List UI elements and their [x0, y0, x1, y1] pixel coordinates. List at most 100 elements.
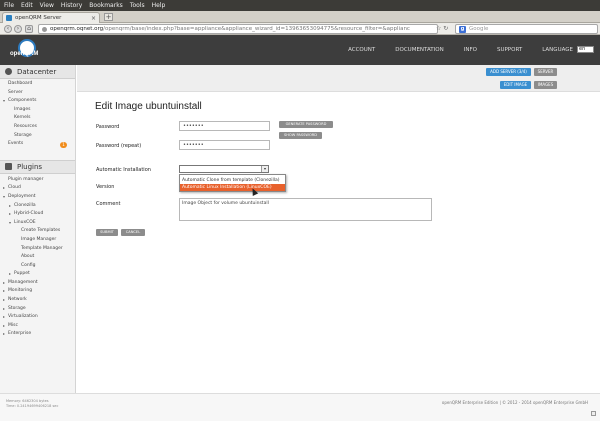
option-linuxcoe[interactable]: Automatic Linux Installation (LinuxCOE) — [180, 184, 285, 191]
sidebar-item-monitoring[interactable]: ▸ Monitoring — [0, 287, 75, 296]
sidebar-item-storage-plugins[interactable]: ▸ Storage — [0, 305, 75, 314]
nav-account[interactable]: ACCOUNT — [348, 47, 375, 53]
comment-textarea[interactable]: Image Object for volume ubuntuinstall — [179, 198, 432, 221]
collapsed-arrow-icon: ▸ — [3, 331, 6, 337]
footer-copyright: openQRM Enterprise Edition | © 2012 - 20… — [441, 400, 588, 405]
sidebar-item-image-manager[interactable]: Image Manager — [0, 236, 75, 245]
new-tab-button[interactable]: + — [104, 13, 113, 21]
sidebar-item-label: Misc — [8, 322, 18, 328]
status-icon[interactable] — [591, 411, 596, 416]
sidebar-item-server[interactable]: Server — [0, 89, 75, 98]
menu-help[interactable]: Help — [152, 2, 166, 9]
sidebar-item-label: Management — [8, 279, 38, 285]
sidebar-item-events[interactable]: Events 1 — [0, 140, 75, 149]
plugins-title: Plugins — [17, 162, 43, 171]
sidebar-item-label: Storage — [14, 132, 32, 138]
password-repeat-field[interactable]: ••••••• — [179, 140, 270, 150]
plugins-header[interactable]: Plugins — [0, 159, 75, 174]
sidebar-item-linuxcoe[interactable]: ▾ LinuxCOE — [0, 219, 75, 228]
sidebar-item-components[interactable]: ▾ Components — [0, 97, 75, 106]
browser-tab[interactable]: openQRM Server × — [2, 12, 100, 23]
sidebar-item-enterprise[interactable]: ▸ Enterprise — [0, 330, 75, 339]
password-field[interactable]: ••••••• — [179, 121, 270, 131]
sidebar-item-label: Hybrid-Cloud — [14, 211, 44, 217]
sidebar: Datacenter Dashboard Server ▾ Components … — [0, 65, 76, 393]
nav-info[interactable]: INFO — [464, 47, 477, 53]
sidebar-item-kernels[interactable]: Kernels — [0, 114, 75, 123]
sidebar-item-dashboard[interactable]: Dashboard — [0, 80, 75, 89]
openqrm-logo[interactable]: openQRM — [10, 38, 48, 62]
logo-text: openQRM — [10, 51, 39, 57]
sidebar-item-label: Monitoring — [8, 288, 33, 294]
tab-title: openQRM Server — [15, 15, 62, 21]
auto-install-label: Automatic Installation — [96, 167, 151, 173]
sidebar-item-label: Enterprise — [8, 331, 32, 337]
menu-tools[interactable]: Tools — [130, 2, 145, 9]
sidebar-item-about[interactable]: About — [0, 253, 75, 262]
option-clonezilla[interactable]: Automatic Clone from template (Clonezill… — [180, 177, 285, 184]
sidebar-item-config[interactable]: Config — [0, 262, 75, 271]
version-label: Version — [96, 184, 115, 190]
nav-documentation[interactable]: DOCUMENTATION — [395, 47, 443, 53]
reload-icon[interactable]: ☆ ↻ — [436, 25, 448, 32]
sidebar-item-management[interactable]: ▸ Management — [0, 279, 75, 288]
cancel-button[interactable]: CANCEL — [121, 229, 145, 236]
sidebar-item-hybrid-cloud[interactable]: ▸ Hybrid-Cloud — [0, 210, 75, 219]
sidebar-item-clonezilla[interactable]: ▸ Clonezilla — [0, 202, 75, 211]
sidebar-item-label: Clonezilla — [14, 202, 36, 208]
menu-edit[interactable]: Edit — [21, 2, 33, 9]
add-server-button[interactable]: ADD SERVER (3/4) — [486, 68, 531, 76]
app-header: openQRM ACCOUNT DOCUMENTATION INFO SUPPO… — [0, 35, 600, 65]
language-select[interactable]: en — [577, 46, 594, 53]
collapsed-arrow-icon: ▸ — [3, 297, 6, 303]
sidebar-item-network[interactable]: ▸ Network — [0, 296, 75, 305]
sidebar-item-storage[interactable]: Storage — [0, 132, 75, 141]
globe-icon — [42, 26, 47, 32]
sidebar-item-template-manager[interactable]: Template Manager — [0, 245, 75, 254]
sidebar-item-label: Events — [8, 141, 24, 147]
footer-time: Time: 0.24194699406218 sec — [6, 404, 59, 408]
sidebar-item-label: Components — [8, 98, 37, 104]
sidebar-item-deployment[interactable]: ▾ Deployment — [0, 193, 75, 202]
sidebar-item-create-templates[interactable]: Create Templates — [0, 227, 75, 236]
home-icon[interactable]: ⌂ — [25, 25, 33, 33]
forward-icon[interactable]: › — [14, 25, 22, 33]
generate-password-button[interactable]: GENERATE PASSWORD — [279, 121, 333, 128]
server-button[interactable]: SERVER — [534, 68, 557, 76]
sidebar-item-label: Server — [8, 89, 23, 95]
auto-install-select[interactable]: ▾ — [179, 165, 269, 173]
menu-bookmarks[interactable]: Bookmarks — [89, 2, 123, 9]
events-badge: 1 — [60, 141, 67, 148]
close-tab-icon[interactable]: × — [91, 15, 96, 22]
sidebar-item-label: LinuxCOE — [14, 219, 36, 225]
sidebar-item-plugin-manager[interactable]: Plugin manager — [0, 176, 75, 185]
collapsed-arrow-icon: ▸ — [9, 202, 12, 208]
sidebar-item-label: Kernels — [14, 115, 31, 121]
collapsed-arrow-icon: ▸ — [3, 314, 6, 320]
sidebar-item-label: Create Templates — [21, 228, 61, 234]
sidebar-item-label: Dashboard — [8, 81, 33, 86]
edit-image-button[interactable]: EDIT IMAGE — [500, 81, 531, 89]
sidebar-item-label: Network — [8, 297, 27, 303]
nav-support[interactable]: SUPPORT — [497, 47, 522, 53]
menu-file[interactable]: File — [4, 2, 14, 9]
back-icon[interactable]: ‹ — [4, 25, 12, 33]
menu-view[interactable]: View — [40, 2, 54, 9]
sidebar-item-virtualization[interactable]: ▸ Virtualization — [0, 313, 75, 322]
datacenter-header[interactable]: Datacenter — [0, 65, 75, 79]
sidebar-item-cloud[interactable]: ▸ Cloud — [0, 184, 75, 193]
show-password-button[interactable]: SHOW PASSWORD — [279, 132, 322, 139]
menu-history[interactable]: History — [61, 2, 82, 9]
sidebar-item-resources[interactable]: Resources — [0, 123, 75, 132]
sidebar-item-label: Images — [14, 106, 31, 112]
sidebar-item-images[interactable]: Images — [0, 106, 75, 115]
expanded-arrow-icon: ▾ — [3, 193, 6, 199]
url-bar[interactable]: openqrm.oqnet.org /openqrm/base/index.ph… — [38, 24, 438, 34]
collapsed-arrow-icon: ▸ — [9, 271, 12, 277]
top-nav: ACCOUNT DOCUMENTATION INFO SUPPORT LANGU… — [328, 46, 594, 53]
sidebar-item-puppet[interactable]: ▸ Puppet — [0, 270, 75, 279]
search-bar[interactable]: g Google — [455, 24, 598, 34]
sidebar-item-misc[interactable]: ▸ Misc — [0, 322, 75, 331]
submit-button[interactable]: SUBMIT — [96, 229, 118, 236]
images-button[interactable]: IMAGES — [534, 81, 557, 89]
